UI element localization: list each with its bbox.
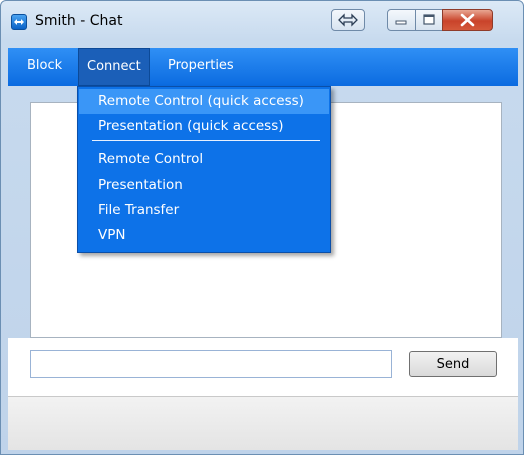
window-title: Smith - Chat <box>35 13 123 29</box>
menu-separator <box>92 140 320 141</box>
menu-properties[interactable]: Properties <box>160 48 242 86</box>
connect-dropdown-menu: Remote Control (quick access) Presentati… <box>77 86 331 253</box>
menu-item-remote-control-quick[interactable]: Remote Control (quick access) <box>79 89 329 114</box>
menu-item-file-transfer[interactable]: File Transfer <box>79 198 329 223</box>
close-button[interactable] <box>442 9 493 31</box>
status-area <box>8 396 518 450</box>
close-icon <box>460 13 475 27</box>
menu-item-presentation[interactable]: Presentation <box>79 173 329 198</box>
composer-area: Send <box>8 338 518 396</box>
chat-window: Smith - Chat Block Connect Properties Se… <box>0 0 524 455</box>
menu-bar: Block Connect Properties <box>8 48 518 86</box>
menu-item-presentation-quick[interactable]: Presentation (quick access) <box>79 114 329 139</box>
minimize-icon <box>395 20 407 25</box>
double-arrow-icon <box>338 13 358 27</box>
message-input[interactable] <box>30 350 392 378</box>
menu-item-vpn[interactable]: VPN <box>79 223 329 248</box>
menu-item-remote-control[interactable]: Remote Control <box>79 147 329 172</box>
menu-connect[interactable]: Connect <box>78 48 150 86</box>
teamviewer-icon <box>11 14 27 30</box>
title-bar[interactable]: Smith - Chat <box>1 1 523 41</box>
resize-toggle-button[interactable] <box>331 9 365 31</box>
maximize-button[interactable] <box>415 9 443 31</box>
caption-buttons <box>387 9 517 31</box>
send-button[interactable]: Send <box>409 351 497 377</box>
maximize-icon <box>423 14 435 25</box>
menu-block[interactable]: Block <box>19 48 70 86</box>
minimize-button[interactable] <box>387 9 416 31</box>
